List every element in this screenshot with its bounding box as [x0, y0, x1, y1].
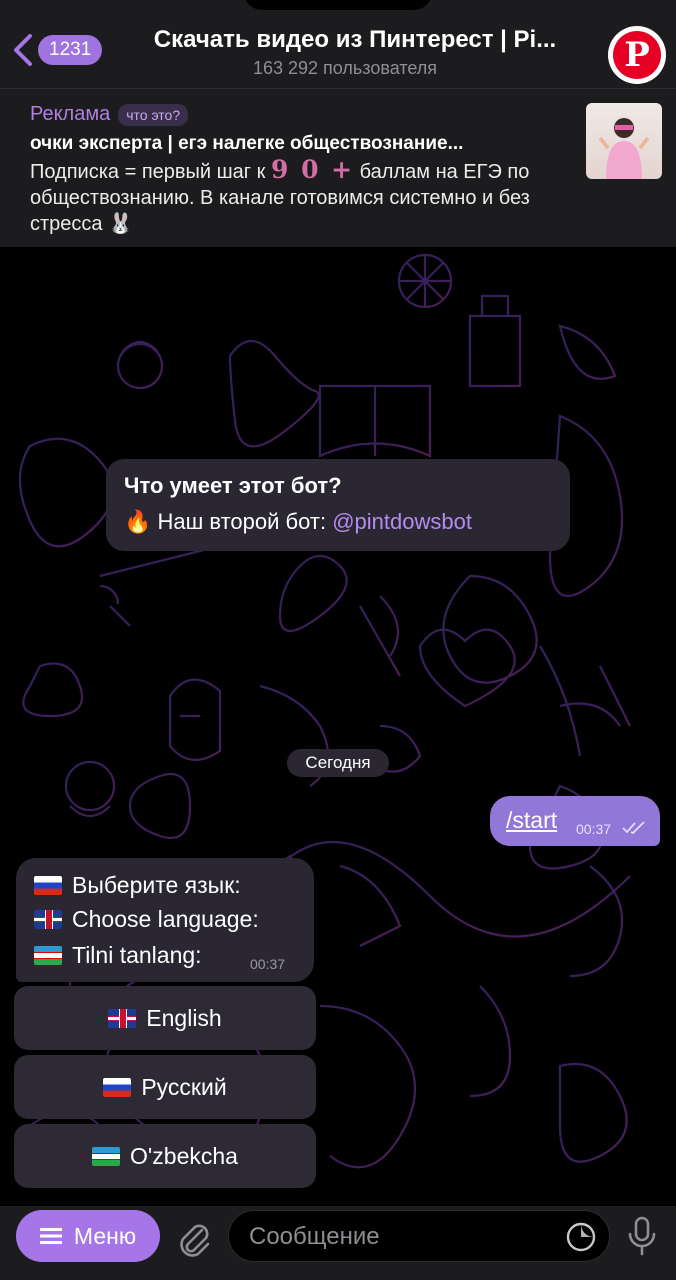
- uzbek-label: O'zbekcha: [130, 1142, 238, 1169]
- bot-description-title: Что умеет этот бот?: [124, 473, 342, 498]
- bot-description-text: 🔥 Наш второй бот: @pintdowsbot: [124, 509, 472, 534]
- double-check-icon: [622, 821, 645, 835]
- microphone-icon[interactable]: [624, 1214, 660, 1258]
- uzbek-button[interactable]: O'zbekcha: [14, 1124, 316, 1188]
- ad-label: Реклама: [30, 103, 111, 125]
- russian-button[interactable]: Русский: [14, 1055, 316, 1119]
- member-count: 163 292 пользователя: [252, 58, 438, 78]
- date-divider: Сегодня: [287, 749, 389, 777]
- ad-text: Подписка = первый шаг к 9 0 + баллам на …: [30, 155, 530, 236]
- pinterest-logo-icon: P: [613, 31, 661, 79]
- back-button[interactable]: 1231: [10, 30, 103, 70]
- person-photo-icon: [598, 118, 650, 179]
- camera-notch: [244, 0, 432, 10]
- russia-flag-icon: [103, 1077, 132, 1097]
- menu-icon: [39, 1228, 62, 1244]
- message-time: 00:37: [576, 821, 612, 837]
- language-line-uz: Tilni tanlang:: [34, 942, 202, 969]
- language-line-ru: Выберите язык:: [34, 872, 241, 899]
- english-label: English: [146, 1004, 222, 1031]
- uk-flag-icon: [108, 1008, 137, 1028]
- chevron-left-icon: [14, 34, 32, 66]
- russian-label: Русский: [141, 1073, 227, 1100]
- chat-title[interactable]: Скачать видео из Пинтерест | Pi...: [120, 26, 590, 54]
- menu-button[interactable]: Меню: [16, 1210, 160, 1262]
- ad-title: очки эксперта | егэ налегке обществознан…: [30, 133, 464, 154]
- sponsored-message[interactable]: Реклама что это? очки эксперта | егэ нал…: [0, 88, 676, 247]
- input-bar: Меню Сообщение: [0, 1206, 676, 1280]
- start-command[interactable]: /start: [506, 807, 557, 834]
- bot-username-link[interactable]: @pintdowsbot: [332, 509, 472, 534]
- ad-highlight: 9 0 +: [270, 155, 355, 184]
- sticker-icon[interactable]: [565, 1221, 597, 1253]
- ad-info-button[interactable]: что это?: [118, 103, 189, 126]
- chat-header: 1231 Скачать видео из Пинтерест | Pi... …: [0, 0, 676, 88]
- paperclip-icon[interactable]: [174, 1218, 214, 1258]
- uzbekistan-flag-icon: [34, 946, 62, 965]
- message-input[interactable]: Сообщение: [228, 1210, 610, 1262]
- uk-flag-icon: [34, 910, 62, 929]
- russia-flag-icon: [34, 876, 62, 895]
- language-line-en: Choose language:: [34, 906, 259, 933]
- unread-count-badge: 1231: [38, 35, 103, 65]
- bot-description-bubble: Что умеет этот бот? 🔥 Наш второй бот: @p…: [106, 459, 570, 551]
- outgoing-message[interactable]: /start 00:37: [490, 796, 660, 846]
- message-placeholder: Сообщение: [249, 1223, 380, 1250]
- ad-thumbnail[interactable]: [586, 103, 662, 179]
- incoming-message[interactable]: Выберите язык: Choose language: Tilni ta…: [16, 858, 314, 982]
- message-time: 00:37: [250, 956, 286, 972]
- english-button[interactable]: English: [14, 986, 316, 1050]
- uzbekistan-flag-icon: [92, 1146, 121, 1166]
- menu-label: Меню: [73, 1222, 137, 1249]
- chat-avatar[interactable]: P: [608, 26, 666, 84]
